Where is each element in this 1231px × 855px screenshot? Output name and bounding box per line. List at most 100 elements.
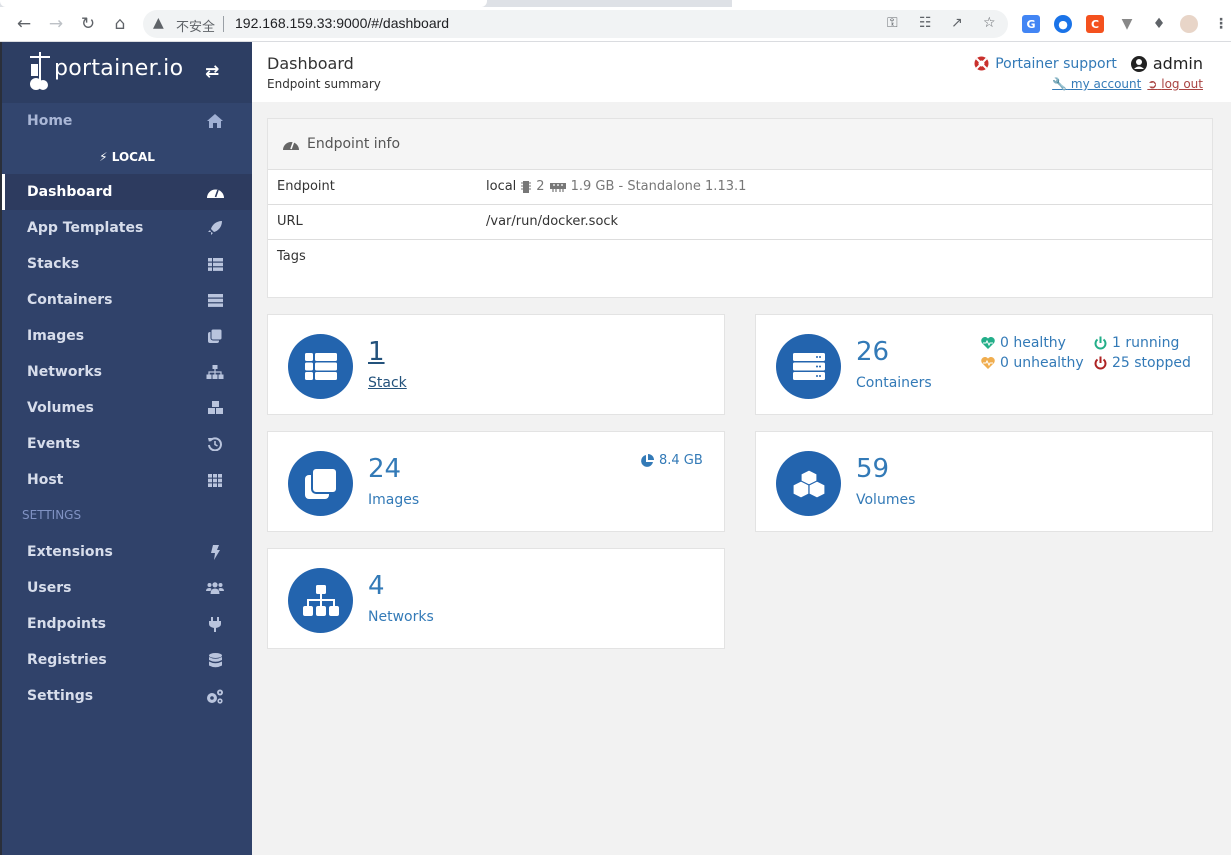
bolt-icon [205,542,225,562]
plug-icon: ⚡ [99,150,108,164]
panel-header: Endpoint info [268,119,1212,170]
cpu-count: 2 [536,179,545,194]
header-links: 🔧 my account ➲ log out [1052,77,1203,91]
sidebar-item-events[interactable]: Events [2,426,252,462]
containers-widget[interactable]: 26 Containers 0 healthy 0 unhealthy 1 ru… [755,314,1213,415]
sidebar-item-host[interactable]: Host [2,462,252,498]
unhealthy-status: 0 unhealthy [981,355,1084,371]
sidebar-item-dashboard[interactable]: Dashboard [2,174,252,210]
sidebar-item-stacks[interactable]: Stacks [2,246,252,282]
container-count: 26 [856,337,890,367]
toggle-sidebar-icon[interactable]: ⇄ [205,62,219,82]
sidebar-item-extensions[interactable]: Extensions [2,534,252,570]
volume-count: 59 [856,454,890,484]
networks-widget[interactable]: 4 Networks [267,548,725,649]
my-account-link[interactable]: 🔧 my account [1052,77,1141,91]
browser-tab-active[interactable] [0,0,487,7]
browser-toolbar: ← → ↻ ⌂ ▲ 不安全 192.168.159.33:9000/#/dash… [0,7,1231,42]
profile-avatar[interactable] [1180,15,1198,33]
sidebar-item-volumes[interactable]: Volumes [2,390,252,426]
table-row: Endpoint local 2 1.9 GB - Standalone 1.1… [268,170,1212,205]
vue-devtools-icon[interactable]: ▼ [1118,15,1136,33]
home-icon[interactable]: ⌂ [108,12,132,36]
extension-c-icon[interactable]: C [1086,15,1104,33]
row-value: /var/run/docker.sock [486,214,619,229]
table-row: URL /var/run/docker.sock [268,205,1212,240]
sidebar-item-label: Registries [27,652,107,668]
microchip-icon [521,180,532,193]
widget-icon-circle [288,568,353,633]
menu-kebab-icon[interactable]: ⋮ [1212,15,1230,33]
sidebar-item-users[interactable]: Users [2,570,252,606]
sidebar-item-registries[interactable]: Registries [2,642,252,678]
stacks-widget[interactable]: 1 Stack [267,314,725,415]
page-subtitle: Endpoint summary [267,77,381,91]
log-out-link[interactable]: ➲ log out [1147,77,1203,91]
share-icon[interactable]: ↗ [951,15,963,31]
google-translate-extension-icon[interactable]: G [1022,15,1040,33]
stack-count[interactable]: 1 [368,337,385,367]
sidebar-item-app-templates[interactable]: App Templates [2,210,252,246]
key-icon[interactable]: ⚿ [887,15,898,31]
sitemap-icon [205,362,225,382]
widget-icon-circle [776,451,841,516]
healthy-status: 0 healthy [981,335,1066,351]
url-text[interactable]: 192.168.159.33:9000/#/dashboard [235,15,449,31]
panel-title: Endpoint info [307,136,401,152]
my-account-label: my account [1070,77,1142,91]
table-row: Tags [268,240,1212,296]
sidebar-item-containers[interactable]: Containers [2,282,252,318]
row-key: URL [277,214,303,229]
database-icon [205,650,225,670]
insecure-label: 不安全 [176,20,216,35]
browser-tabstrip [0,0,1231,7]
warning-icon[interactable]: ▲ [153,15,164,31]
image-count: 24 [368,454,402,484]
heartbeat-icon [981,337,995,349]
portainer-logo-icon[interactable] [28,50,52,92]
sidebar-item-settings[interactable]: Settings [2,678,252,714]
volumes-widget[interactable]: 59 Volumes [755,431,1213,532]
images-total-size: 8.4 GB [659,453,703,468]
sidebar-item-label: Settings [27,688,94,704]
sidebar-item-label: Networks [27,364,103,380]
th-list-icon [205,254,225,274]
sidebar-item-images[interactable]: Images [2,318,252,354]
widget-icon-circle [776,334,841,399]
sidebar-item-endpoints[interactable]: Endpoints [2,606,252,642]
translate-icon[interactable]: ☷ [919,15,932,31]
star-icon[interactable]: ☆ [983,15,996,31]
power-off-icon [1094,336,1107,350]
header-user-area: Portainer support admin [974,54,1203,73]
address-bar[interactable]: ▲ 不安全 192.168.159.33:9000/#/dashboard ⚿ … [143,10,1008,38]
portainer-support-link[interactable]: Portainer support [974,56,1117,72]
images-widget[interactable]: 24 Images 8.4 GB [267,431,725,532]
server-icon [205,290,225,310]
stack-label[interactable]: Stack [368,375,407,391]
th-icon [205,470,225,490]
user-name: admin [1130,54,1203,73]
volume-label: Volumes [856,492,916,508]
cubes-icon [205,398,225,418]
sign-out-icon: ➲ [1147,77,1158,91]
sidebar-item-label: App Templates [27,220,144,236]
brand-name[interactable]: portainer.io [54,56,183,81]
cogs-icon [205,686,225,706]
row-key: Tags [277,249,306,264]
reload-icon[interactable]: ↻ [76,12,100,36]
support-label: Portainer support [995,55,1117,72]
extensions-puzzle-icon[interactable]: ♦ [1150,15,1168,33]
network-label: Networks [368,609,434,625]
clone-icon [304,467,337,499]
sidebar-item-home[interactable]: Home [2,103,252,139]
sitemap-icon [302,584,339,616]
forward-icon[interactable]: → [44,12,68,36]
username: admin [1152,54,1203,73]
browser-tab[interactable] [732,0,1231,7]
sidebar-item-networks[interactable]: Networks [2,354,252,390]
container-label: Containers [856,375,932,391]
back-icon[interactable]: ← [12,12,36,36]
sidebar: portainer.io ⇄ Home ⚡ LOCAL Dashboard Ap… [0,42,252,855]
extension-icon[interactable]: ● [1054,15,1072,33]
history-icon [205,434,225,454]
